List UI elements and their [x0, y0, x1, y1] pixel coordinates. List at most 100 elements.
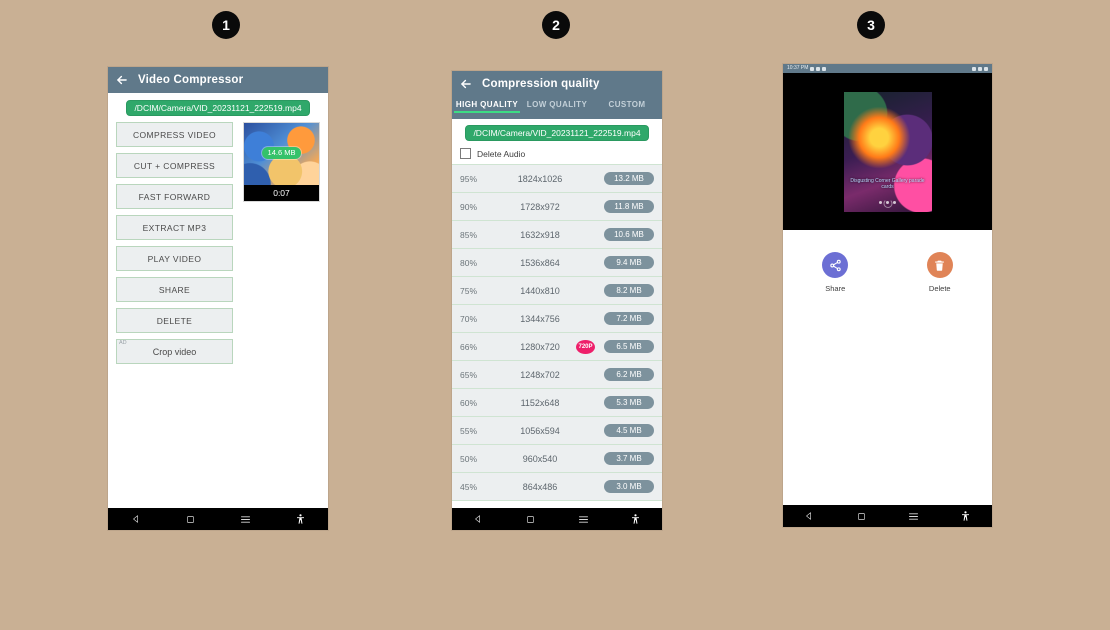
share-action[interactable]: Share	[783, 252, 888, 293]
quality-size: 6.5 MB	[604, 340, 654, 353]
quality-size: 6.2 MB	[604, 368, 654, 381]
quality-percent: 95%	[460, 173, 478, 184]
quality-row-60[interactable]: 60% 1152x648 5.3 MB	[452, 389, 662, 417]
statusbar-right	[972, 66, 988, 71]
quality-row-85[interactable]: 85% 1632x918 10.6 MB	[452, 221, 662, 249]
statusbar-wifi-icon	[978, 66, 982, 71]
tab-low-quality[interactable]: LOW QUALITY	[522, 97, 592, 109]
video-player-surface[interactable]: Disgusting Corner Gallery parade cards	[783, 73, 992, 230]
quality-row-90[interactable]: 90% 1728x972 11.8 MB	[452, 193, 662, 221]
panel2-title: Compression quality	[482, 78, 600, 90]
step-badge-3: 3	[857, 11, 885, 39]
statusbar-left: 10:37 PM	[787, 65, 827, 71]
nav-home-button-2[interactable]	[505, 515, 558, 524]
android-navbar-3	[783, 505, 992, 527]
panel3-body: 10:37 PM Disgusting Corner Gallery parad…	[783, 64, 992, 505]
panel2-filename-chip[interactable]: /DCIM/Camera/VID_20231121_222519.mp4	[465, 125, 649, 141]
step-badge-3-number: 3	[867, 17, 875, 33]
crop-video-label: Crop video	[152, 346, 197, 357]
share-icon[interactable]	[822, 252, 849, 278]
panel1-main: COMPRESS VIDEO CUT + COMPRESS FAST FORWA…	[108, 122, 328, 364]
android-navbar-2	[452, 508, 662, 530]
nav-back-button-3[interactable]	[783, 511, 835, 521]
quality-percent: 60%	[460, 397, 478, 408]
delete-button[interactable]: DELETE	[116, 308, 233, 333]
quality-percent: 70%	[460, 313, 478, 324]
quality-resolution: 1440x810	[520, 285, 560, 296]
quality-size: 3.0 MB	[604, 480, 654, 493]
arrow-left-icon-2[interactable]	[458, 76, 474, 92]
quality-row-70[interactable]: 70% 1344x756 7.2 MB	[452, 305, 662, 333]
statusbar-notif-icon-1	[810, 66, 815, 71]
quality-row-80[interactable]: 80% 1536x864 9.4 MB	[452, 249, 662, 277]
quality-size: 8.2 MB	[604, 284, 654, 297]
loading-spinner-icon	[883, 199, 892, 208]
quality-size: 10.6 MB	[604, 228, 654, 241]
quality-percent: 80%	[460, 257, 478, 268]
panel1-filename-chip[interactable]: /DCIM/Camera/VID_20231121_222519.mp4	[126, 100, 310, 116]
video-subtitle-caption: Disgusting Corner Gallery parade cards	[850, 177, 925, 190]
tab-high-quality[interactable]: HIGH QUALITY	[452, 97, 522, 113]
quality-size: 13.2 MB	[604, 172, 654, 185]
panel2-filename-row: /DCIM/Camera/VID_20231121_222519.mp4	[452, 119, 662, 145]
control-dot-1	[879, 200, 882, 204]
fast-forward-button[interactable]: FAST FORWARD	[116, 184, 233, 209]
quality-resolution: 1152x648	[520, 397, 560, 408]
nav-recents-button-3[interactable]	[888, 512, 940, 521]
share-button[interactable]: SHARE	[116, 277, 233, 302]
quality-resolution: 1248x702	[520, 369, 560, 380]
step-badge-1: 1	[212, 11, 240, 39]
quality-size: 3.7 MB	[604, 452, 654, 465]
nav-home-button-1[interactable]	[163, 515, 218, 524]
delete-audio-checkbox[interactable]	[460, 148, 471, 159]
nav-back-button-1[interactable]	[108, 514, 163, 524]
quality-row-66[interactable]: 66% 1280x720 720P 6.5 MB	[452, 333, 662, 361]
accessibility-icon-2[interactable]	[610, 513, 663, 525]
extract-mp3-button[interactable]: EXTRACT MP3	[116, 215, 233, 240]
quality-row-95[interactable]: 95% 1824x1026 13.2 MB	[452, 165, 662, 193]
phone-screen-3: 10:37 PM Disgusting Corner Gallery parad…	[783, 64, 992, 527]
step-badge-2: 2	[542, 11, 570, 39]
statusbar-time: 10:37 PM	[787, 65, 809, 71]
panel3-actions: Share Delete	[783, 230, 992, 293]
crop-video-ad-button[interactable]: AD Crop video	[116, 339, 233, 364]
accessibility-icon-3[interactable]	[940, 510, 992, 522]
delete-audio-label: Delete Audio	[477, 148, 526, 159]
delete-audio-row[interactable]: Delete Audio	[452, 145, 662, 164]
video-thumbnail[interactable]: 14.6 MB 0:07	[243, 122, 320, 202]
play-video-button[interactable]: PLAY VIDEO	[116, 246, 233, 271]
quality-row-55[interactable]: 55% 1056x594 4.5 MB	[452, 417, 662, 445]
nav-back-button-2[interactable]	[452, 514, 505, 524]
nav-home-button-3[interactable]	[835, 512, 887, 521]
quality-percent: 85%	[460, 229, 478, 240]
nav-recents-button-2[interactable]	[557, 515, 610, 524]
panel1-appbar: Video Compressor	[108, 67, 328, 93]
phone-screen-1: Video Compressor /DCIM/Camera/VID_202311…	[108, 67, 328, 530]
step-badge-1-number: 1	[222, 17, 230, 33]
nav-recents-button-1[interactable]	[218, 515, 273, 524]
quality-row-45[interactable]: 45% 864x486 3.0 MB	[452, 473, 662, 501]
arrow-left-icon[interactable]	[114, 72, 130, 88]
compress-video-button[interactable]: COMPRESS VIDEO	[116, 122, 233, 147]
quality-row-65[interactable]: 65% 1248x702 6.2 MB	[452, 361, 662, 389]
quality-row-50[interactable]: 50% 960x540 3.7 MB	[452, 445, 662, 473]
trash-icon[interactable]	[926, 252, 953, 278]
quality-percent: 90%	[460, 201, 478, 212]
quality-size: 7.2 MB	[604, 312, 654, 325]
quality-list: 95% 1824x1026 13.2 MB 90% 1728x972 11.8 …	[452, 164, 662, 501]
quality-percent: 75%	[460, 285, 478, 296]
quality-tabbar: HIGH QUALITY LOW QUALITY CUSTOM	[452, 97, 662, 119]
cut-compress-button[interactable]: CUT + COMPRESS	[116, 153, 233, 178]
quality-percent: 65%	[460, 369, 478, 380]
panel1-button-column: COMPRESS VIDEO CUT + COMPRESS FAST FORWA…	[116, 122, 233, 364]
tab-custom[interactable]: CUSTOM	[592, 97, 662, 109]
quality-row-75[interactable]: 75% 1440x810 8.2 MB	[452, 277, 662, 305]
delete-action[interactable]: Delete	[888, 252, 993, 293]
panel2-body: Compression quality HIGH QUALITY LOW QUA…	[452, 71, 662, 508]
android-statusbar: 10:37 PM	[783, 64, 992, 73]
accessibility-icon-1[interactable]	[273, 513, 328, 525]
panel1-filename-row: /DCIM/Camera/VID_20231121_222519.mp4	[108, 93, 328, 122]
ad-label: AD	[119, 340, 127, 346]
video-poster: Disgusting Corner Gallery parade cards	[843, 91, 932, 212]
quality-resolution: 1824x1026	[517, 173, 563, 184]
